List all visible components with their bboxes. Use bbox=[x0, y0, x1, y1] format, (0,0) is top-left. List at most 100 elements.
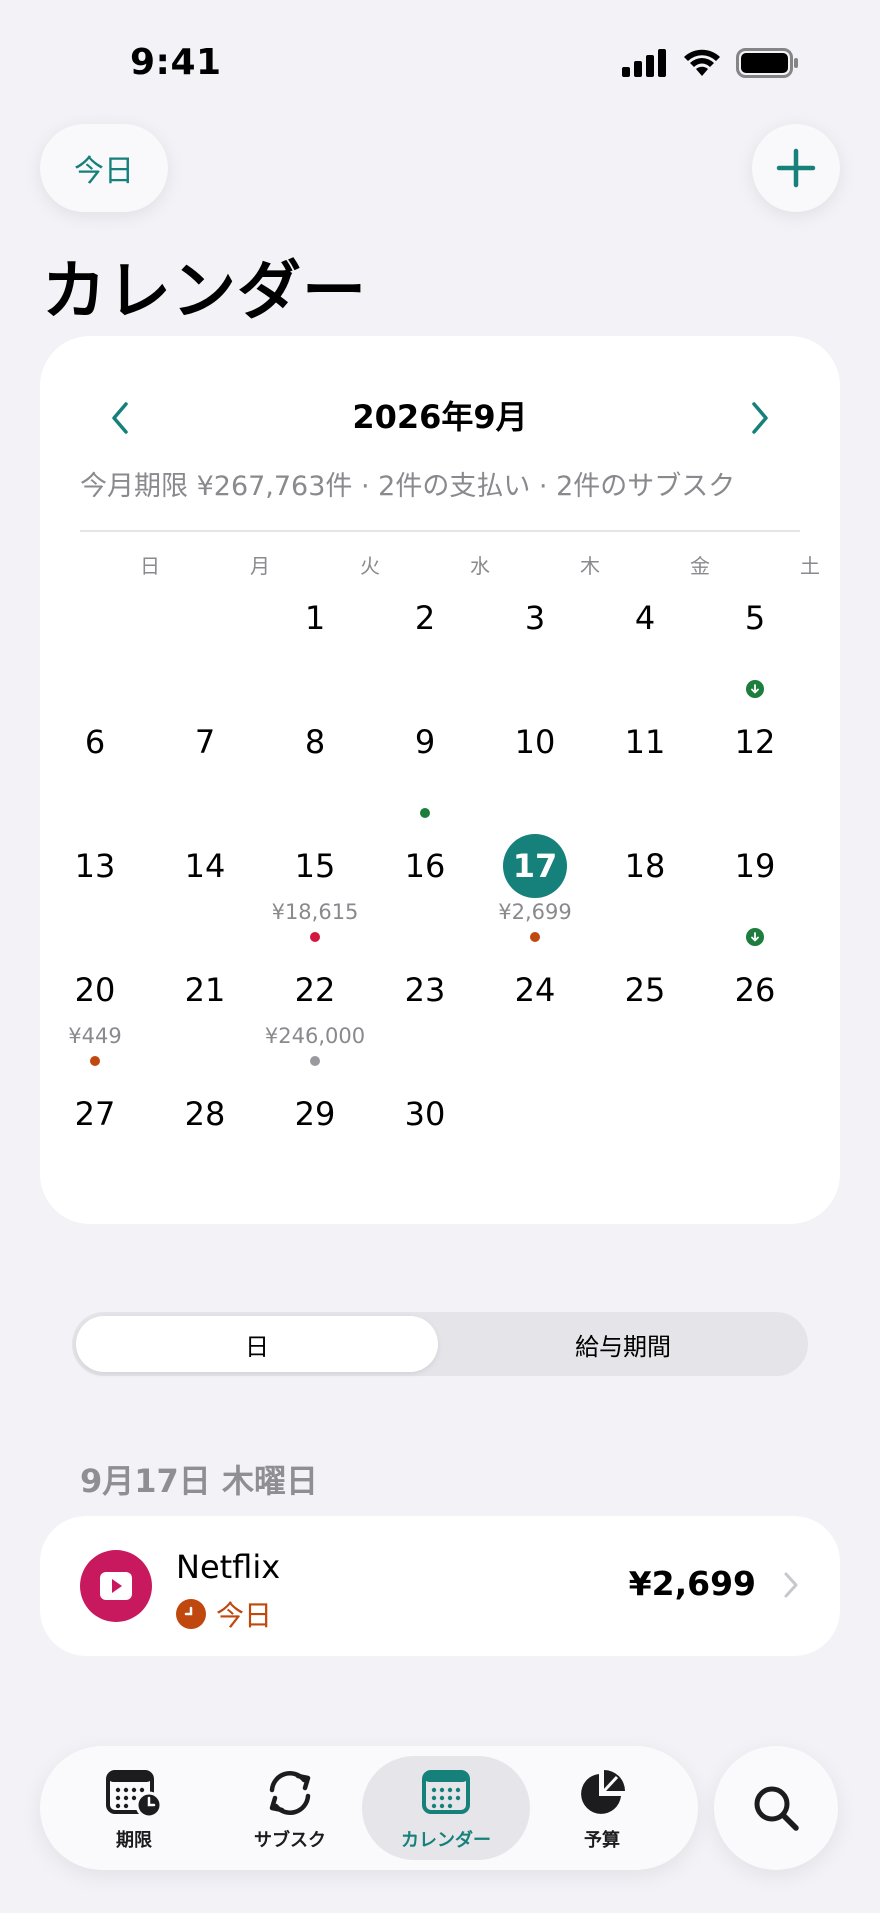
calendar-day-cell[interactable]: 15 ¥18,615 bbox=[260, 834, 370, 958]
day-number: 7 bbox=[194, 723, 216, 761]
tab-label: サブスク bbox=[254, 1830, 326, 1851]
day-number: 11 bbox=[624, 723, 666, 761]
payment-item-netflix[interactable]: Netflix 今日 ¥2,699 bbox=[40, 1516, 840, 1656]
payment-dot bbox=[310, 1056, 320, 1066]
day-amount: ¥18,615 bbox=[271, 900, 359, 924]
wifi-icon bbox=[684, 49, 720, 76]
pie-chart-icon bbox=[518, 1768, 686, 1818]
day-number: 9 bbox=[414, 723, 436, 761]
tab-subscriptions[interactable]: サブスク bbox=[206, 1756, 374, 1860]
day-number: 20 bbox=[74, 971, 116, 1009]
calendar-day-cell[interactable]: 28 bbox=[150, 1082, 260, 1206]
payment-dot bbox=[420, 808, 430, 818]
calendar-card: 2026年9月 今月期限 ¥267,763件 · 2件の支払い · 2件のサブス… bbox=[40, 336, 840, 1224]
calendar-day-cell[interactable]: 21 bbox=[150, 958, 260, 1082]
item-status-text: 今日 bbox=[216, 1599, 273, 1632]
tab-due[interactable]: 期限 bbox=[50, 1756, 218, 1860]
calendar-day-cell[interactable]: 4 bbox=[590, 586, 700, 710]
tab-label: カレンダー bbox=[401, 1830, 491, 1851]
calendar-day-cell[interactable]: 30 bbox=[370, 1082, 480, 1206]
calendar-day-cell[interactable]: 7 bbox=[150, 710, 260, 834]
day-amount: ¥2,699 bbox=[498, 900, 572, 924]
calendar-day-cell[interactable]: 29 bbox=[260, 1082, 370, 1206]
weekday-label: 水 bbox=[470, 554, 490, 578]
calendar-day-cell[interactable]: 16 bbox=[370, 834, 480, 958]
weekday-label: 木 bbox=[580, 554, 600, 578]
item-amount: ¥2,699 bbox=[628, 1564, 756, 1603]
calendar-day-cell[interactable]: 10 bbox=[480, 710, 590, 834]
tab-label: 予算 bbox=[584, 1830, 620, 1851]
day-number: 16 bbox=[404, 847, 446, 885]
refresh-icon bbox=[206, 1768, 374, 1818]
segment-day[interactable]: 日 bbox=[76, 1316, 438, 1372]
plus-icon bbox=[776, 148, 816, 188]
calendar-day-cell[interactable]: 13 bbox=[40, 834, 150, 958]
calendar-day-cell[interactable]: 25 bbox=[590, 958, 700, 1082]
calendar-day-cell[interactable]: 8 bbox=[260, 710, 370, 834]
tab-calendar[interactable]: カレンダー bbox=[362, 1756, 530, 1860]
search-button[interactable] bbox=[714, 1746, 838, 1870]
item-due-status: 今日 bbox=[176, 1594, 272, 1634]
calendar-day-cell[interactable]: 26 bbox=[700, 958, 810, 1082]
calendar-day-cell[interactable]: 22 ¥246,000 bbox=[260, 958, 370, 1082]
clock-icon bbox=[176, 1599, 206, 1629]
calendar-day-cell[interactable]: 6 bbox=[40, 710, 150, 834]
day-number: 21 bbox=[184, 971, 226, 1009]
day-number: 23 bbox=[404, 971, 446, 1009]
day-number: 10 bbox=[514, 723, 556, 761]
selected-date-heading: 9月17日 木曜日 bbox=[80, 1462, 318, 1500]
day-number: 5 bbox=[744, 599, 766, 637]
next-month-button[interactable] bbox=[730, 388, 790, 448]
calendar-day-cell[interactable]: 24 bbox=[480, 958, 590, 1082]
calendar-day-cell[interactable]: 1 bbox=[260, 586, 370, 710]
day-number: 29 bbox=[294, 1095, 336, 1133]
day-number: 14 bbox=[184, 847, 226, 885]
calendar-day-cell[interactable]: 23 bbox=[370, 958, 480, 1082]
day-number: 1 bbox=[304, 599, 326, 637]
weekday-label: 金 bbox=[690, 554, 710, 578]
tab-label: 期限 bbox=[116, 1830, 152, 1851]
calendar-day-cell[interactable]: 2 bbox=[370, 586, 480, 710]
calendar-day-cell[interactable]: 3 bbox=[480, 586, 590, 710]
view-mode-segmented-control: 日 給与期間 bbox=[72, 1312, 808, 1376]
calendar-day-cell[interactable]: 17 ¥2,699 bbox=[480, 834, 590, 958]
day-number: 19 bbox=[734, 847, 776, 885]
day-number: 4 bbox=[634, 599, 656, 637]
page-title: カレンダー bbox=[42, 255, 367, 329]
chevron-right-icon bbox=[752, 402, 768, 434]
day-number: 13 bbox=[74, 847, 116, 885]
day-number: 24 bbox=[514, 971, 556, 1009]
add-button[interactable] bbox=[752, 124, 840, 212]
day-number: 22 bbox=[294, 971, 336, 1009]
day-number: 30 bbox=[404, 1095, 446, 1133]
weekday-label: 日 bbox=[140, 554, 160, 578]
tab-budget[interactable]: 予算 bbox=[518, 1756, 686, 1860]
calendar-day-cell[interactable]: 14 bbox=[150, 834, 260, 958]
payment-dot bbox=[530, 932, 540, 942]
calendar-day-cell[interactable]: 20 ¥449 bbox=[40, 958, 150, 1082]
status-time: 9:41 bbox=[130, 42, 222, 83]
cellular-signal-icon bbox=[622, 49, 666, 77]
today-button[interactable]: 今日 bbox=[40, 124, 168, 212]
calendar-day-cell[interactable]: 18 bbox=[590, 834, 700, 958]
calendar-day-cell[interactable]: 9 bbox=[370, 710, 480, 834]
chevron-right-icon bbox=[784, 1572, 798, 1598]
selected-day-number: 17 bbox=[503, 834, 567, 898]
play-icon bbox=[80, 1550, 152, 1622]
day-number: 27 bbox=[74, 1095, 116, 1133]
day-number: 28 bbox=[184, 1095, 226, 1133]
day-number: 8 bbox=[304, 723, 326, 761]
calendar-day-cell[interactable]: 5 bbox=[700, 586, 810, 710]
calendar-day-cell[interactable]: 19 bbox=[700, 834, 810, 958]
income-arrow-icon bbox=[746, 680, 764, 698]
day-number: 2 bbox=[414, 599, 436, 637]
segment-pay-period[interactable]: 給与期間 bbox=[442, 1316, 804, 1372]
income-arrow-icon bbox=[746, 928, 764, 946]
calendar-day-cell[interactable]: 11 bbox=[590, 710, 700, 834]
calendar-divider bbox=[80, 530, 800, 532]
calendar-day-cell[interactable]: 12 bbox=[700, 710, 810, 834]
calendar-day-cell[interactable]: 27 bbox=[40, 1082, 150, 1206]
status-bar: 9:41 bbox=[0, 0, 880, 110]
weekday-label: 火 bbox=[360, 554, 380, 578]
status-icons bbox=[622, 48, 800, 78]
